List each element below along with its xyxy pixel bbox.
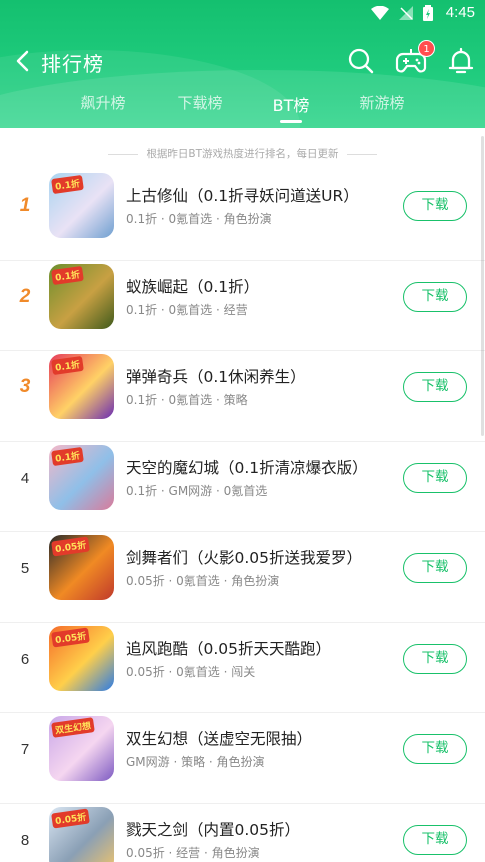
rank-number: 3 xyxy=(19,376,31,397)
notice-text: 根据昨日BT游戏热度进行排名，每日更新 xyxy=(146,148,339,160)
app-meta: 0.1折 · GM网游 · 0氪首选 xyxy=(126,483,268,498)
app-icon[interactable]: 双生幻想 xyxy=(49,716,114,781)
tab-downloads[interactable]: 下载榜 xyxy=(160,92,240,113)
top-bar: 排行榜 xyxy=(0,40,485,80)
app-name[interactable]: 剑舞者们（火影0.05折送我爱罗） xyxy=(126,546,362,568)
download-button[interactable]: 下载 xyxy=(403,462,467,493)
download-button[interactable]: 下载 xyxy=(403,643,467,674)
list-item[interactable]: 4 0.1折 天空的魔幻城（0.1折清凉爆衣版） 0.1折 · GM网游 · 0… xyxy=(0,442,485,532)
list-item[interactable]: 5 0.05折 剑舞者们（火影0.05折送我爱罗） 0.05折 · 0氪首选 ·… xyxy=(0,532,485,623)
divider xyxy=(108,153,139,155)
rank-number: 5 xyxy=(20,560,30,577)
download-button[interactable]: 下载 xyxy=(403,734,467,764)
app-meta: 0.1折 · 0氪首选 · 策略 xyxy=(126,393,248,407)
tab-bar: 飙升榜 下载榜 BT榜 新游榜 xyxy=(0,92,485,124)
discount-tag: 0.05折 xyxy=(51,626,91,648)
app-icon[interactable]: 0.1折 xyxy=(49,173,114,238)
download-button[interactable]: 下载 xyxy=(403,191,467,221)
list-item[interactable]: 2 0.1折 蚁族崛起（0.1折） 0.1折 · 0氪首选 · 经营 下载 xyxy=(0,261,485,351)
discount-tag: 0.1折 xyxy=(51,265,84,285)
ranking-content: 根据昨日BT游戏热度进行排名，每日更新 1 0.1折 上古修仙（0.1折寻妖问道… xyxy=(0,128,485,862)
page-title: 排行榜 xyxy=(41,52,104,76)
discount-tag: 0.1折 xyxy=(51,355,84,376)
app-name[interactable]: 双生幻想（送虚空无限抽） xyxy=(126,727,312,749)
app-meta: 0.05折 · 0氪首选 · 角色扮演 xyxy=(126,574,280,588)
app-list: 1 0.1折 上古修仙（0.1折寻妖问道送UR） 0.1折 · 0氪首选 · 角… xyxy=(0,170,485,862)
download-button[interactable]: 下载 xyxy=(403,824,467,855)
scrollbar[interactable] xyxy=(481,136,484,436)
header-bar: 4:45 排行榜 1 飙升榜 下载榜 BT榜 新游榜 xyxy=(0,0,485,128)
signal-icon xyxy=(399,6,413,20)
app-icon[interactable]: 0.05折 xyxy=(49,625,114,691)
app-name[interactable]: 弹弹奇兵（0.1休闲养生） xyxy=(126,365,306,387)
app-name[interactable]: 追风跑酷（0.05折天天酷跑） xyxy=(126,637,331,659)
notification-badge: 1 xyxy=(418,40,435,57)
list-item[interactable]: 6 0.05折 追风跑酷（0.05折天天酷跑） 0.05折 · 0氪首选 · 闯… xyxy=(0,623,485,713)
app-meta: 0.05折 · 经营 · 角色扮演 xyxy=(126,845,260,860)
app-name[interactable]: 蚁族崛起（0.1折） xyxy=(126,275,259,297)
app-icon[interactable]: 0.1折 xyxy=(49,263,114,329)
rank-number: 7 xyxy=(20,741,30,758)
discount-tag: 0.05折 xyxy=(51,536,91,557)
discount-tag: 0.1折 xyxy=(51,174,84,195)
discount-tag: 0.05折 xyxy=(51,807,91,829)
status-bar: 4:45 xyxy=(0,0,485,28)
battery-icon xyxy=(423,5,433,21)
rank-number: 6 xyxy=(20,650,30,668)
list-item[interactable]: 1 0.1折 上古修仙（0.1折寻妖问道送UR） 0.1折 · 0氪首选 · 角… xyxy=(0,170,485,261)
ranking-notice: 根据昨日BT游戏热度进行排名，每日更新 xyxy=(0,146,485,161)
app-icon[interactable]: 0.1折 xyxy=(49,444,114,510)
app-meta: 0.05折 · 0氪首选 · 闯关 xyxy=(126,664,256,679)
rank-number: 8 xyxy=(20,831,30,849)
list-item[interactable]: 7 双生幻想 双生幻想（送虚空无限抽） GM网游 · 策略 · 角色扮演 下载 xyxy=(0,713,485,804)
tab-new-games[interactable]: 新游榜 xyxy=(342,92,422,113)
app-name[interactable]: 戮天之剑（内置0.05折） xyxy=(126,818,300,840)
download-button[interactable]: 下载 xyxy=(403,372,467,402)
back-arrow-icon[interactable] xyxy=(12,48,36,74)
discount-tag: 双生幻想 xyxy=(51,717,95,738)
search-icon[interactable] xyxy=(346,46,376,76)
list-item[interactable]: 3 0.1折 弹弹奇兵（0.1休闲养生） 0.1折 · 0氪首选 · 策略 下载 xyxy=(0,351,485,442)
app-name[interactable]: 上古修仙（0.1折寻妖问道送UR） xyxy=(126,184,359,206)
app-meta: GM网游 · 策略 · 角色扮演 xyxy=(126,755,265,769)
app-name[interactable]: 天空的魔幻城（0.1折清凉爆衣版） xyxy=(126,456,368,478)
discount-tag: 0.1折 xyxy=(51,446,84,466)
app-icon[interactable]: 0.1折 xyxy=(49,354,114,419)
bell-icon[interactable] xyxy=(446,46,476,76)
divider xyxy=(346,153,377,155)
tab-indicator xyxy=(280,120,302,123)
tab-bt[interactable]: BT榜 xyxy=(251,92,331,116)
app-icon[interactable]: 0.05折 xyxy=(49,806,114,862)
rank-number: 2 xyxy=(19,285,31,307)
rank-number: 4 xyxy=(20,469,30,487)
list-item[interactable]: 8 0.05折 戮天之剑（内置0.05折） 0.05折 · 经营 · 角色扮演 … xyxy=(0,804,485,862)
app-icon[interactable]: 0.05折 xyxy=(49,535,114,600)
tab-soaring[interactable]: 飙升榜 xyxy=(63,92,143,113)
app-meta: 0.1折 · 0氪首选 · 角色扮演 xyxy=(126,212,272,226)
app-meta: 0.1折 · 0氪首选 · 经营 xyxy=(126,302,248,317)
status-time: 4:45 xyxy=(445,4,475,21)
rank-number: 1 xyxy=(19,195,31,216)
download-button[interactable]: 下载 xyxy=(403,281,467,312)
download-button[interactable]: 下载 xyxy=(403,553,467,583)
wifi-icon xyxy=(371,6,389,20)
